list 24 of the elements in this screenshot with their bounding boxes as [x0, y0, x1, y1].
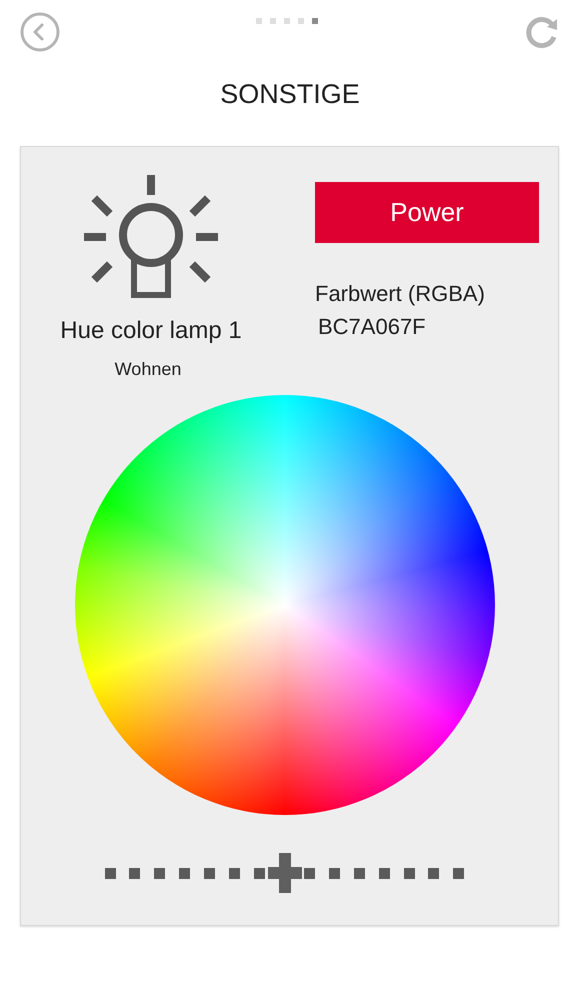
slider-tick [328, 868, 340, 878]
slider-tick [428, 868, 440, 878]
slider-tick [378, 868, 390, 878]
slider-tick [104, 868, 116, 878]
room-name: Wohnen [114, 359, 182, 380]
color-label: Farbwert (RGBA) [315, 281, 486, 307]
slider-tick [204, 868, 216, 878]
page-title: SONSTIGE [219, 78, 361, 111]
back-button[interactable] [18, 10, 62, 54]
slider-tick [179, 868, 190, 878]
color-value: BC7A067F [317, 314, 427, 340]
slider-tick [404, 868, 415, 878]
slider-tick [154, 868, 166, 878]
slider-thumb[interactable] [268, 853, 302, 893]
slider-tick [453, 868, 464, 878]
power-button[interactable]: Power [315, 182, 539, 243]
slider-tick [304, 868, 315, 878]
slider-tick [129, 868, 140, 878]
slider-tick [254, 868, 266, 878]
brightness-slider[interactable] [104, 853, 464, 893]
slider-tick [354, 868, 365, 878]
device-name: Hue color lamp 1 [60, 317, 242, 345]
slider-tick [229, 868, 240, 878]
light-bulb-icon [84, 175, 218, 299]
